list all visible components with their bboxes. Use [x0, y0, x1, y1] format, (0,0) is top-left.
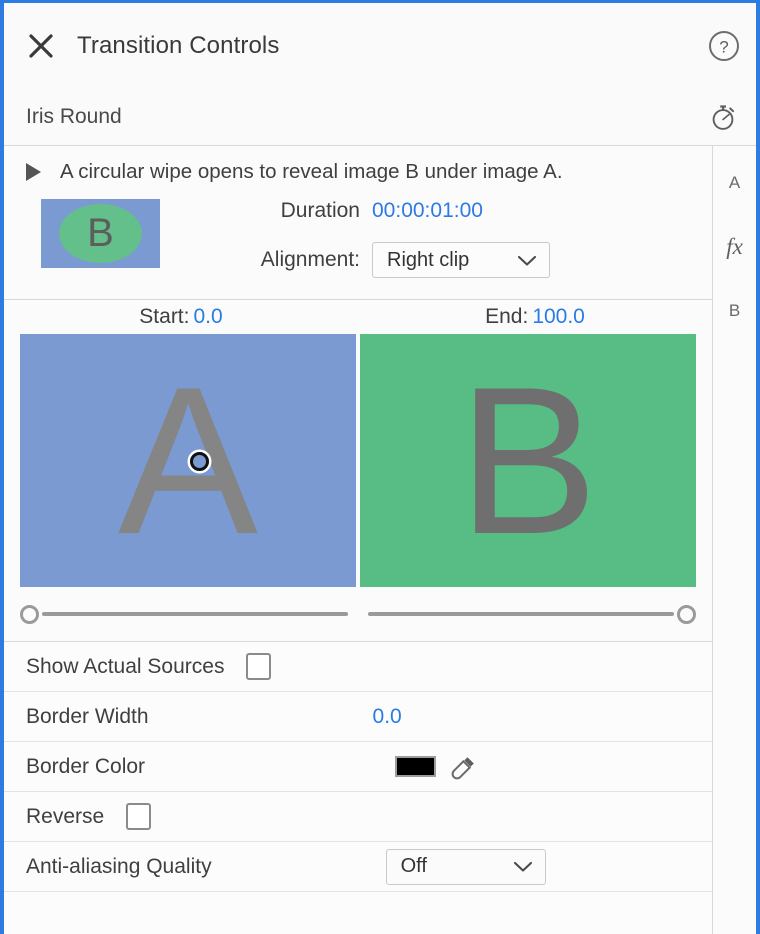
border-width-value[interactable]: 0.0: [373, 705, 402, 729]
start-slider-track: [42, 612, 348, 616]
preview-panel-a[interactable]: A: [20, 334, 356, 587]
thumbnail-letter: B: [41, 199, 160, 268]
start-label: Start:: [139, 305, 189, 329]
svg-text:?: ?: [719, 38, 728, 57]
preview-block: Start: 0.0 End: 100.0 A B: [4, 300, 712, 642]
preview-letter-a: A: [20, 334, 356, 587]
anti-aliasing-quality-label: Anti-aliasing Quality: [26, 855, 212, 879]
end-slider-track: [368, 612, 674, 616]
effect-description: A circular wipe opens to reveal image B …: [60, 160, 563, 184]
preview-sliders: [4, 587, 712, 633]
border-color-controls: [395, 753, 478, 781]
effect-name: Iris Round: [26, 105, 122, 129]
effect-name-row: Iris Round: [4, 89, 756, 145]
preview-letter-b: B: [360, 334, 696, 587]
play-icon[interactable]: [26, 163, 41, 181]
description-block: A circular wipe opens to reveal image B …: [4, 146, 712, 300]
panel-filler: [4, 892, 712, 934]
rail-item-b[interactable]: B: [729, 300, 740, 320]
duration-fields: Duration 00:00:01:00 Alignment: Right cl…: [160, 199, 712, 281]
duration-field: Duration 00:00:01:00: [196, 199, 712, 233]
start-value[interactable]: 0.0: [193, 305, 222, 329]
description-row: A circular wipe opens to reveal image B …: [4, 146, 712, 188]
property-row-anti-aliasing-quality: Anti-aliasing Quality Off: [4, 842, 712, 892]
duration-row: B Duration 00:00:01:00 Alignment: Right …: [4, 188, 712, 299]
eyedropper-icon[interactable]: [450, 753, 478, 781]
start-slider[interactable]: [20, 601, 356, 627]
alignment-field: Alignment: Right clip: [196, 239, 712, 281]
preview-panel-b[interactable]: B: [360, 334, 696, 587]
panel-body: A circular wipe opens to reveal image B …: [4, 145, 756, 934]
rail-item-a[interactable]: A: [729, 172, 740, 192]
iris-center-handle[interactable]: [190, 452, 209, 471]
alignment-value: Right clip: [387, 249, 469, 272]
alignment-select[interactable]: Right clip: [372, 242, 550, 278]
reverse-checkbox[interactable]: [126, 803, 151, 830]
alignment-label: Alignment:: [196, 248, 360, 272]
end-slider-knob[interactable]: [677, 605, 696, 624]
effect-thumbnail[interactable]: B: [41, 199, 160, 268]
page-title: Transition Controls: [77, 32, 279, 60]
border-color-swatch[interactable]: [395, 756, 436, 777]
main-column: A circular wipe opens to reveal image B …: [4, 146, 713, 934]
end-field: End: 100.0: [358, 305, 712, 329]
duration-label: Duration: [196, 199, 360, 223]
preview-panels: A B: [4, 334, 712, 587]
close-icon[interactable]: [24, 29, 58, 63]
duration-value[interactable]: 00:00:01:00: [372, 199, 483, 223]
transition-controls-panel: Transition Controls ? Iris Round: [0, 0, 760, 934]
start-field: Start: 0.0: [4, 305, 358, 329]
border-width-label: Border Width: [26, 705, 149, 729]
anti-aliasing-quality-value: Off: [401, 855, 427, 878]
titlebar: Transition Controls ?: [4, 3, 756, 89]
property-row-border-color: Border Color: [4, 742, 712, 792]
start-end-labels: Start: 0.0 End: 100.0: [4, 300, 712, 334]
end-value[interactable]: 100.0: [532, 305, 585, 329]
help-icon[interactable]: ?: [706, 28, 742, 64]
end-slider[interactable]: [360, 601, 696, 627]
chevron-down-icon: [497, 254, 537, 267]
anti-aliasing-quality-select[interactable]: Off: [386, 849, 546, 885]
chevron-down-icon: [493, 860, 533, 873]
show-actual-sources-label: Show Actual Sources: [26, 655, 224, 679]
start-slider-knob[interactable]: [20, 605, 39, 624]
property-row-show-actual-sources: Show Actual Sources: [4, 642, 712, 692]
show-actual-sources-checkbox[interactable]: [246, 653, 271, 680]
stopwatch-icon[interactable]: [706, 100, 740, 134]
reverse-label: Reverse: [26, 805, 104, 829]
end-label: End:: [485, 305, 528, 329]
property-row-border-width: Border Width 0.0: [4, 692, 712, 742]
property-row-reverse: Reverse: [4, 792, 712, 842]
border-color-label: Border Color: [26, 755, 145, 779]
rail-item-fx[interactable]: fx: [726, 236, 743, 256]
source-rail: A fx B: [713, 146, 756, 934]
